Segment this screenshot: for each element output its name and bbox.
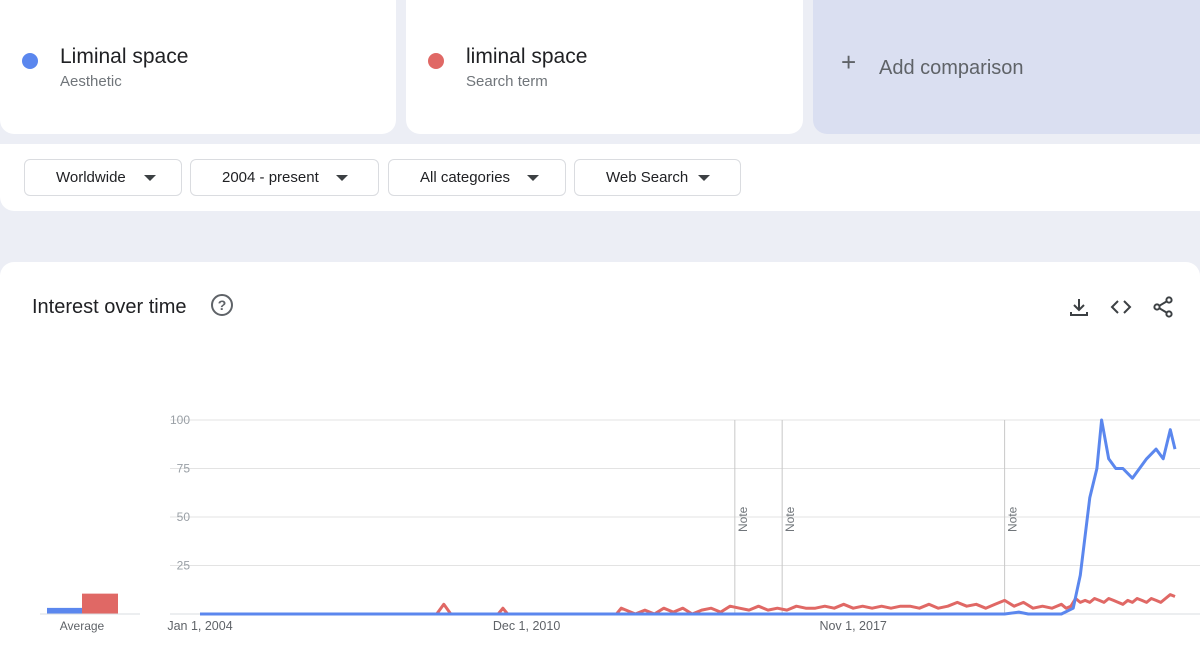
interest-chart: 25 50 75 100 Note Note Note Jan 1, 2004 Dec 1, 2…	[40, 413, 1200, 633]
y-tick-label: 100	[170, 413, 190, 427]
term-card-1[interactable]: Liminal space Aesthetic	[0, 0, 396, 134]
filter-bar: Worldwide 2004 - present All categories …	[0, 144, 1200, 211]
property-dropdown[interactable]: Web Search	[574, 159, 741, 196]
average-bar-1	[47, 607, 83, 614]
chevron-down-icon	[698, 175, 710, 181]
term-type-2: Search term	[466, 73, 548, 90]
term-title-1: Liminal space	[60, 45, 189, 68]
y-tick-label: 50	[177, 510, 191, 524]
average-bar-2	[82, 593, 118, 614]
add-comparison-label: Add comparison	[879, 57, 1024, 79]
time-range-dropdown[interactable]: 2004 - present	[190, 159, 379, 196]
average-label: Average	[60, 619, 105, 633]
note-label: Note	[736, 506, 750, 532]
add-comparison-button[interactable]: + Add comparison	[813, 0, 1200, 134]
region-label: Worldwide	[56, 169, 126, 186]
category-dropdown[interactable]: All categories	[388, 159, 566, 196]
term-type-1: Aesthetic	[60, 73, 122, 90]
time-range-label: 2004 - present	[222, 169, 319, 186]
chevron-down-icon	[336, 175, 348, 181]
series-color-dot-1	[22, 53, 38, 69]
note-label: Note	[1006, 506, 1020, 532]
y-tick-label: 75	[177, 462, 191, 476]
category-label: All categories	[420, 169, 511, 186]
x-tick-label: Dec 1, 2010	[493, 619, 560, 633]
y-tick-label: 25	[177, 559, 191, 573]
term-card-2[interactable]: liminal space Search term	[406, 0, 803, 134]
property-label: Web Search	[606, 169, 689, 186]
term-title-2: liminal space	[466, 45, 588, 68]
chevron-down-icon	[144, 175, 156, 181]
note-label: Note	[783, 506, 797, 532]
plus-icon: +	[841, 47, 857, 77]
region-dropdown[interactable]: Worldwide	[24, 159, 182, 196]
x-tick-label: Nov 1, 2017	[819, 619, 886, 633]
series-line-2	[200, 593, 1176, 616]
x-tick-label: Jan 1, 2004	[167, 619, 232, 633]
interest-over-time-card: Interest over time ? 25 50 75 100 Note Note No…	[0, 262, 1200, 658]
series-color-dot-2	[428, 53, 444, 69]
chevron-down-icon	[527, 175, 539, 181]
